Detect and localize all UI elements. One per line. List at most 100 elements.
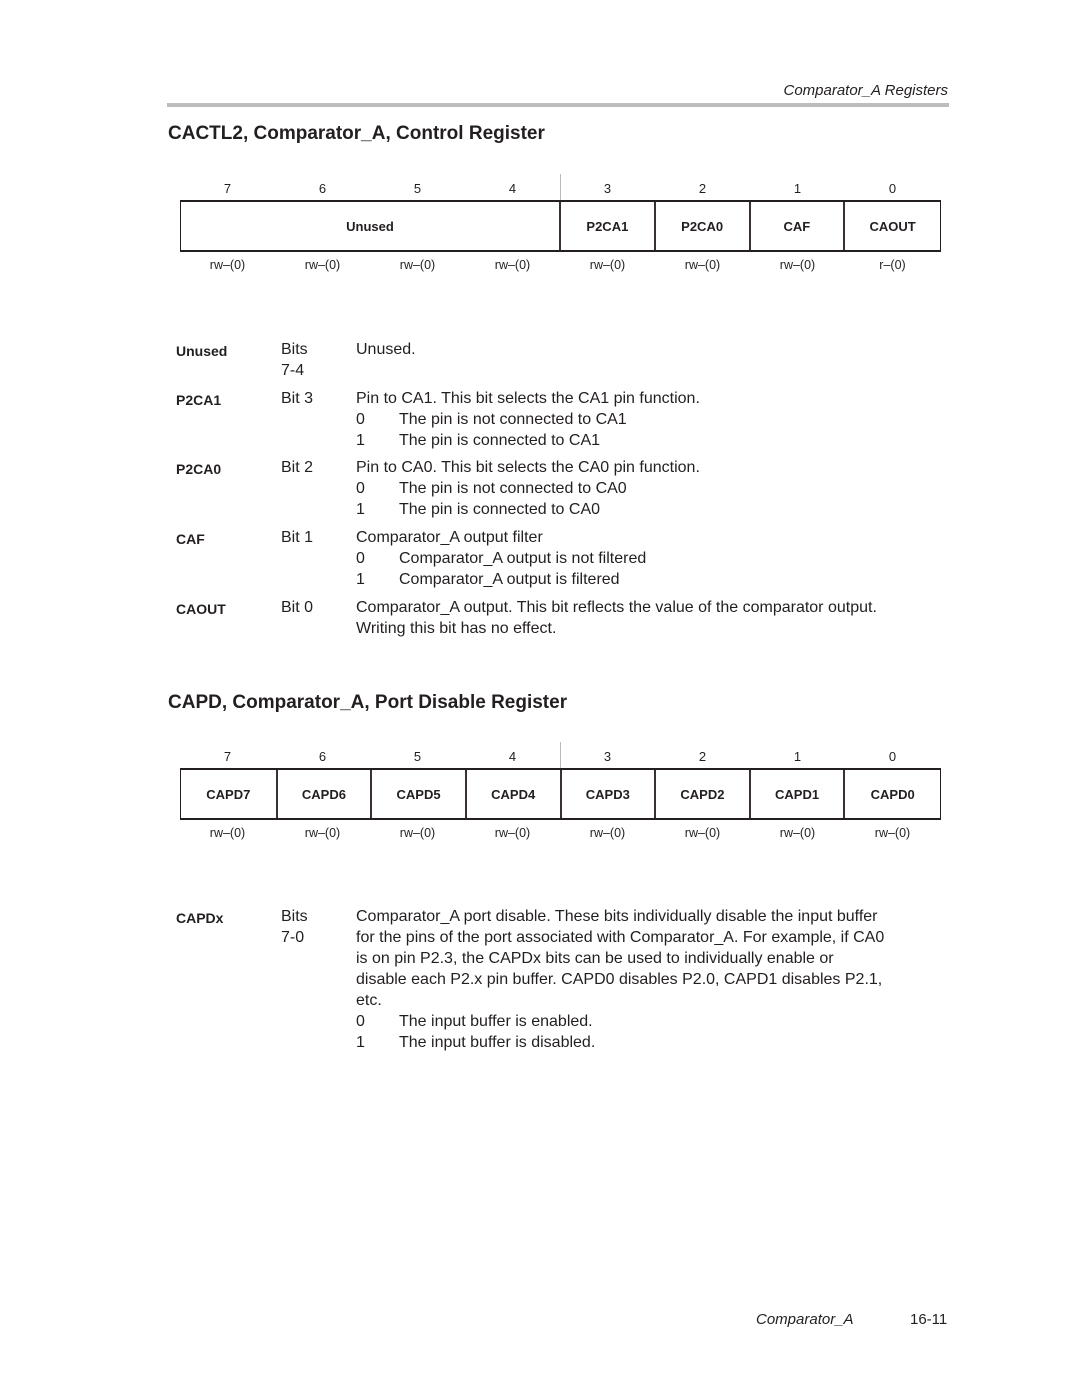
bit-number: 6 [318, 181, 327, 196]
bit-number: 5 [413, 181, 422, 196]
field-name: CAPDx [176, 910, 224, 926]
bit-number: 3 [603, 181, 612, 196]
section-title-capd: CAPD, Comparator_A, Port Disable Registe… [168, 692, 568, 713]
field-cell-capd0: CAPD0 [843, 770, 940, 818]
field-bits-line1: Bits [281, 908, 308, 925]
access-type: rw–(0) [494, 258, 531, 272]
bit-number: 0 [888, 181, 897, 196]
bit-number: 5 [413, 749, 422, 764]
access-type: rw–(0) [304, 826, 341, 840]
field-bits: Bits 7-4 [281, 339, 308, 381]
header-rule [167, 103, 949, 107]
option-value: 0 [356, 411, 365, 428]
bit-numbers: 7 6 5 4 3 2 1 0 [180, 181, 941, 197]
field-description-capdx: CAPDx Bits 7-0 Comparator_A port disable… [176, 906, 956, 1056]
field-cell-capd6: CAPD6 [275, 770, 371, 818]
access-type: rw–(0) [399, 826, 436, 840]
option-value: 1 [356, 1034, 365, 1051]
bit-number: 0 [888, 749, 897, 764]
field-cell-caf: CAF [748, 202, 844, 250]
field-body: Comparator_A port disable. These bits in… [356, 906, 956, 1053]
access-type: rw–(0) [209, 258, 246, 272]
option-row: 0 The input buffer is enabled. [356, 1011, 956, 1032]
field-cell-capd4: CAPD4 [464, 770, 560, 818]
option-text: The pin is not connected to CA1 [399, 411, 627, 428]
field-cell-capd7: CAPD7 [206, 786, 251, 802]
option-row: 0 Comparator_A output is not filtered [356, 548, 941, 569]
bit-number: 4 [508, 181, 517, 196]
option-row: 1 The pin is connected to CA1 [356, 430, 941, 451]
field-description-p2ca1: P2CA1 Bit 3 Pin to CA1. This bit selects… [176, 388, 956, 451]
field-bits-line2: 7-0 [281, 929, 305, 946]
field-name: P2CA0 [176, 461, 222, 477]
field-text: Unused. [356, 341, 416, 358]
bit-number: 7 [223, 181, 232, 196]
field-body: Comparator_A output. This bit reflects t… [356, 597, 956, 639]
field-body: Pin to CA0. This bit selects the CA0 pin… [356, 457, 941, 520]
field-description-caf: CAF Bit 1 Comparator_A output filter 0 Co… [176, 527, 956, 590]
bit-number: 4 [508, 749, 517, 764]
field-description-p2ca0: P2CA0 Bit 2 Pin to CA0. This bit selects… [176, 457, 956, 520]
bit-number: 2 [698, 181, 707, 196]
access-type: rw–(0) [684, 258, 721, 272]
field-cell-capd5: CAPD5 [370, 770, 465, 818]
bit-number: 3 [603, 749, 612, 764]
field-cell-capd2: CAPD2 [654, 770, 749, 818]
field-cell-capd1: CAPD1 [748, 770, 844, 818]
access-type: rw–(0) [779, 258, 816, 272]
field-name: P2CA1 [176, 392, 222, 408]
field-text-note: Writing this bit has no effect. [356, 620, 557, 637]
field-bits: Bit 2 [281, 459, 314, 476]
register-fields: Unused P2CA1 P2CA0 CAF CAOUT [180, 200, 941, 252]
field-text: Comparator_A output filter [356, 529, 543, 546]
field-text-line: etc. [356, 992, 382, 1009]
option-text: The pin is connected to CA0 [399, 501, 601, 518]
field-cell-caout: CAOUT [843, 202, 940, 250]
option-text: Comparator_A output is not filtered [399, 550, 647, 567]
field-cell-p2ca0: P2CA0 [653, 202, 749, 250]
field-text-line: for the pins of the port associated with… [356, 929, 885, 946]
field-bits: Bit 0 [281, 599, 314, 616]
field-bits: Bit 1 [281, 529, 314, 546]
bit-numbers: 7 6 5 4 3 2 1 0 [180, 749, 941, 765]
field-cell-unused: Unused [346, 218, 394, 234]
access-type: rw–(0) [589, 258, 626, 272]
access-type: rw–(0) [589, 826, 626, 840]
field-text: Pin to CA0. This bit selects the CA0 pin… [356, 459, 700, 476]
field-bits: Bit 3 [281, 390, 314, 407]
access-types: rw–(0) rw–(0) rw–(0) rw–(0) rw–(0) rw–(0… [180, 826, 941, 842]
access-type: rw–(0) [779, 826, 816, 840]
field-body: Comparator_A output filter 0 Comparator_A… [356, 527, 941, 590]
bit-number: 2 [698, 749, 707, 764]
field-body: Pin to CA1. This bit selects the CA1 pin… [356, 388, 941, 451]
field-name: CAF [176, 531, 205, 547]
field-name: Unused [176, 343, 228, 359]
option-text: The input buffer is disabled. [399, 1034, 596, 1051]
bit-number: 6 [318, 749, 327, 764]
running-header: Comparator_A Registers [783, 82, 948, 99]
option-text: The input buffer is enabled. [399, 1013, 593, 1030]
option-value: 1 [356, 571, 365, 588]
option-text: The pin is connected to CA1 [399, 432, 601, 449]
access-type: rw–(0) [399, 258, 436, 272]
option-value: 1 [356, 432, 365, 449]
field-description-caout: CAOUT Bit 0 Comparator_A output. This bi… [176, 597, 956, 639]
register-diagram-capd: 7 6 5 4 3 2 1 0 CAPD7 CAPD6 CAPD5 CAPD4 … [180, 742, 941, 852]
option-value: 0 [356, 480, 365, 497]
field-text: Pin to CA1. This bit selects the CA1 pin… [356, 390, 700, 407]
access-type: r–(0) [879, 258, 906, 272]
bit-number: 1 [793, 749, 802, 764]
register-diagram-cactl2: 7 6 5 4 3 2 1 0 Unused P2CA1 P2CA0 CAF C… [180, 174, 941, 284]
field-bits-line1: Bits [281, 341, 308, 358]
option-row: 0 The pin is not connected to CA0 [356, 478, 941, 499]
option-value: 0 [356, 1013, 365, 1030]
footer-page-number: 16-11 [910, 1311, 948, 1328]
field-bits-line2: 7-4 [281, 362, 305, 379]
access-type: rw–(0) [874, 826, 911, 840]
field-text-line: Comparator_A port disable. These bits in… [356, 908, 878, 925]
footer-chapter-name: Comparator_A [756, 1311, 854, 1328]
option-text: The pin is not connected to CA0 [399, 480, 627, 497]
access-type: rw–(0) [684, 826, 721, 840]
section-title-cactl2: CACTL2, Comparator_A, Control Register [168, 123, 545, 144]
access-types: rw–(0) rw–(0) rw–(0) rw–(0) rw–(0) rw–(0… [180, 258, 941, 274]
